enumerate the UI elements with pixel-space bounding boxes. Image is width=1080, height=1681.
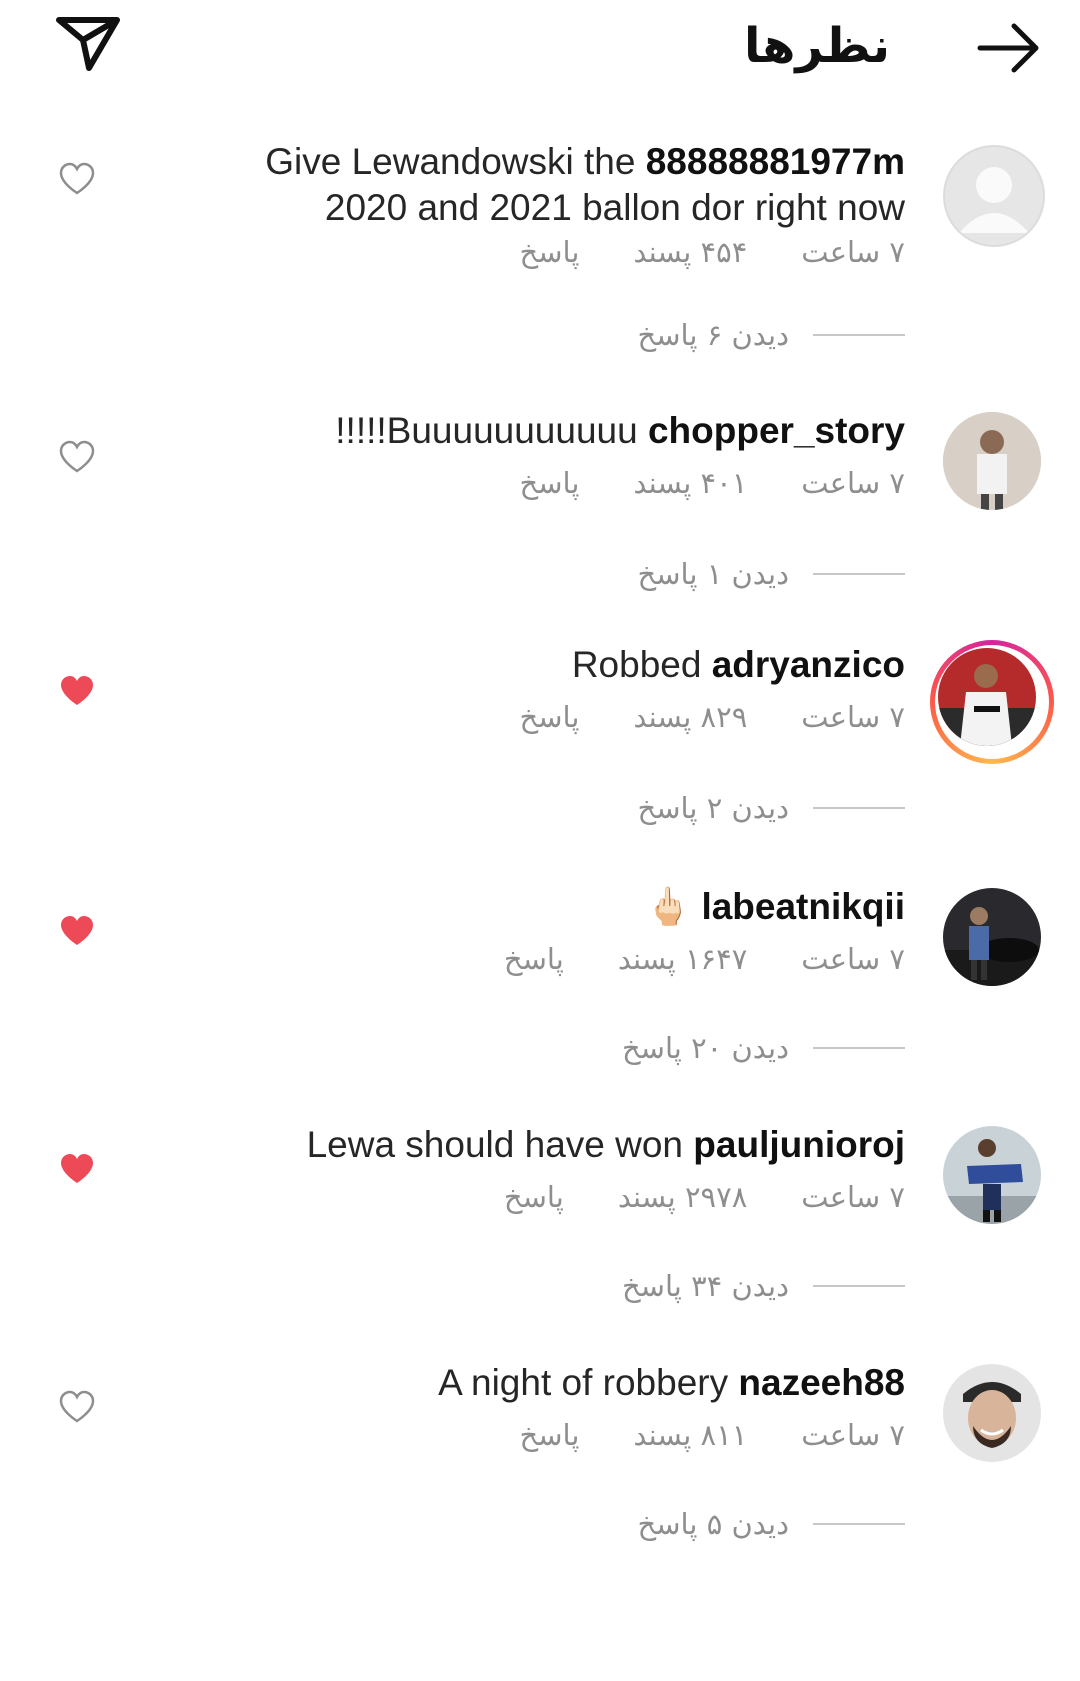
comment-item: 🖕🏻 labeatnikqii ۷ ساعت ۱۶۴۷ پسند پاسخ دی…	[0, 886, 1080, 1118]
comment-time: ۷ ساعت	[801, 235, 905, 269]
heart-outline-icon[interactable]	[58, 1390, 96, 1424]
avatar[interactable]	[943, 888, 1041, 986]
comment-meta: ۷ ساعت ۱۶۴۷ پسند پاسخ	[504, 942, 905, 976]
view-replies[interactable]: دیدن ۱ پاسخ	[638, 554, 905, 594]
reply-button[interactable]: پاسخ	[519, 466, 579, 500]
comment-meta: ۷ ساعت ۴۵۴ پسند پاسخ	[519, 235, 905, 269]
comment-body: Lewa should have won	[306, 1124, 684, 1165]
avatar[interactable]	[943, 412, 1041, 510]
comment-item: !!!!!Buuuuuuuuuuu chopper_story ۷ ساعت ۴…	[0, 410, 1080, 642]
reply-button[interactable]: پاسخ	[519, 235, 579, 269]
comment-meta: ۷ ساعت ۸۲۹ پسند پاسخ	[519, 700, 905, 734]
header: نظرها	[0, 0, 1080, 100]
view-replies[interactable]: دیدن ۳۴ پاسخ	[622, 1266, 905, 1306]
divider-line	[813, 1285, 905, 1287]
view-replies[interactable]: دیدن ۲۰ پاسخ	[622, 1028, 905, 1068]
comment-text-prefix: Give Lewandowski the	[265, 141, 646, 182]
view-replies[interactable]: دیدن ۲ پاسخ	[638, 788, 905, 828]
comment-item: Lewa should have won pauljunioroj ۷ ساعت…	[0, 1124, 1080, 1356]
comment-likes[interactable]: ۸۱۱ پسند	[633, 1418, 747, 1452]
story-ring[interactable]	[930, 640, 1054, 764]
comment-body: Robbed	[571, 644, 702, 685]
comment-item: A night of robbery nazeeh88 ۷ ساعت ۸۱۱ پ…	[0, 1362, 1080, 1594]
comment-likes[interactable]: ۱۶۴۷ پسند	[618, 942, 747, 976]
comment-text: Give Lewandowski the 88888881977m 2020 a…	[185, 139, 905, 231]
comment-time: ۷ ساعت	[801, 1418, 905, 1452]
comment-text: A night of robbery nazeeh88	[185, 1360, 905, 1406]
comment-time: ۷ ساعت	[801, 466, 905, 500]
divider-line	[813, 1047, 905, 1049]
view-replies-label[interactable]: دیدن ۳۴ پاسخ	[622, 1269, 789, 1303]
comment-username[interactable]: nazeeh88	[738, 1362, 905, 1403]
comment-text: Robbed adryanzico	[185, 642, 905, 688]
comment-body: !!!!!Buuuuuuuuuuu	[335, 410, 638, 451]
comment-item: Give Lewandowski the 88888881977m 2020 a…	[0, 135, 1080, 385]
view-replies-label[interactable]: دیدن ۶ پاسخ	[638, 318, 789, 352]
heart-filled-icon[interactable]	[58, 674, 96, 708]
comment-body: A night of robbery	[438, 1362, 729, 1403]
comment-time: ۷ ساعت	[801, 700, 905, 734]
arrow-right-icon[interactable]	[975, 22, 1043, 74]
divider-line	[813, 573, 905, 575]
comment-item: Robbed adryanzico ۷ ساعت ۸۲۹ پسند پاسخ د…	[0, 640, 1080, 870]
comment-username[interactable]: adryanzico	[712, 644, 905, 685]
view-replies-label[interactable]: دیدن ۵ پاسخ	[638, 1507, 789, 1541]
comment-text: Lewa should have won pauljunioroj	[185, 1122, 905, 1168]
reply-button[interactable]: پاسخ	[519, 1418, 579, 1452]
divider-line	[813, 1523, 905, 1525]
comment-meta: ۷ ساعت ۸۱۱ پسند پاسخ	[519, 1418, 905, 1452]
view-replies-label[interactable]: دیدن ۱ پاسخ	[638, 557, 789, 591]
comment-username[interactable]: labeatnikqii	[701, 886, 905, 927]
comment-text-suffix: 2020 and 2021 ballon dor right now	[324, 187, 905, 228]
comment-username[interactable]: pauljunioroj	[693, 1124, 905, 1165]
heart-outline-icon[interactable]	[58, 440, 96, 474]
page-title: نظرها	[744, 18, 890, 74]
avatar[interactable]	[938, 648, 1036, 746]
view-replies-label[interactable]: دیدن ۲ پاسخ	[638, 791, 789, 825]
comment-text: !!!!!Buuuuuuuuuuu chopper_story	[185, 408, 905, 454]
comment-likes[interactable]: ۴۰۱ پسند	[633, 466, 747, 500]
reply-button[interactable]: پاسخ	[504, 1180, 564, 1214]
heart-filled-icon[interactable]	[58, 1152, 96, 1186]
heart-outline-icon[interactable]	[58, 162, 96, 196]
comment-likes[interactable]: ۲۹۷۸ پسند	[618, 1180, 747, 1214]
divider-line	[813, 807, 905, 809]
comment-username[interactable]: chopper_story	[648, 410, 905, 451]
comment-time: ۷ ساعت	[801, 942, 905, 976]
avatar[interactable]	[943, 1364, 1041, 1462]
view-replies[interactable]: دیدن ۶ پاسخ	[638, 315, 905, 355]
comment-likes[interactable]: ۸۲۹ پسند	[633, 700, 747, 734]
avatar[interactable]	[943, 145, 1045, 247]
comment-time: ۷ ساعت	[801, 1180, 905, 1214]
comment-meta: ۷ ساعت ۴۰۱ پسند پاسخ	[519, 466, 905, 500]
heart-filled-icon[interactable]	[58, 914, 96, 948]
comment-body: 🖕🏻	[645, 886, 692, 927]
divider-line	[813, 334, 905, 336]
view-replies[interactable]: دیدن ۵ پاسخ	[638, 1504, 905, 1544]
comment-likes[interactable]: ۴۵۴ پسند	[633, 235, 747, 269]
comment-text: 🖕🏻 labeatnikqii	[185, 884, 905, 930]
avatar[interactable]	[943, 1126, 1041, 1224]
reply-button[interactable]: پاسخ	[519, 700, 579, 734]
comment-meta: ۷ ساعت ۲۹۷۸ پسند پاسخ	[504, 1180, 905, 1214]
comment-bold: 88888881977m	[645, 141, 905, 182]
view-replies-label[interactable]: دیدن ۲۰ پاسخ	[622, 1031, 789, 1065]
reply-button[interactable]: پاسخ	[504, 942, 564, 976]
send-icon[interactable]	[55, 14, 121, 72]
